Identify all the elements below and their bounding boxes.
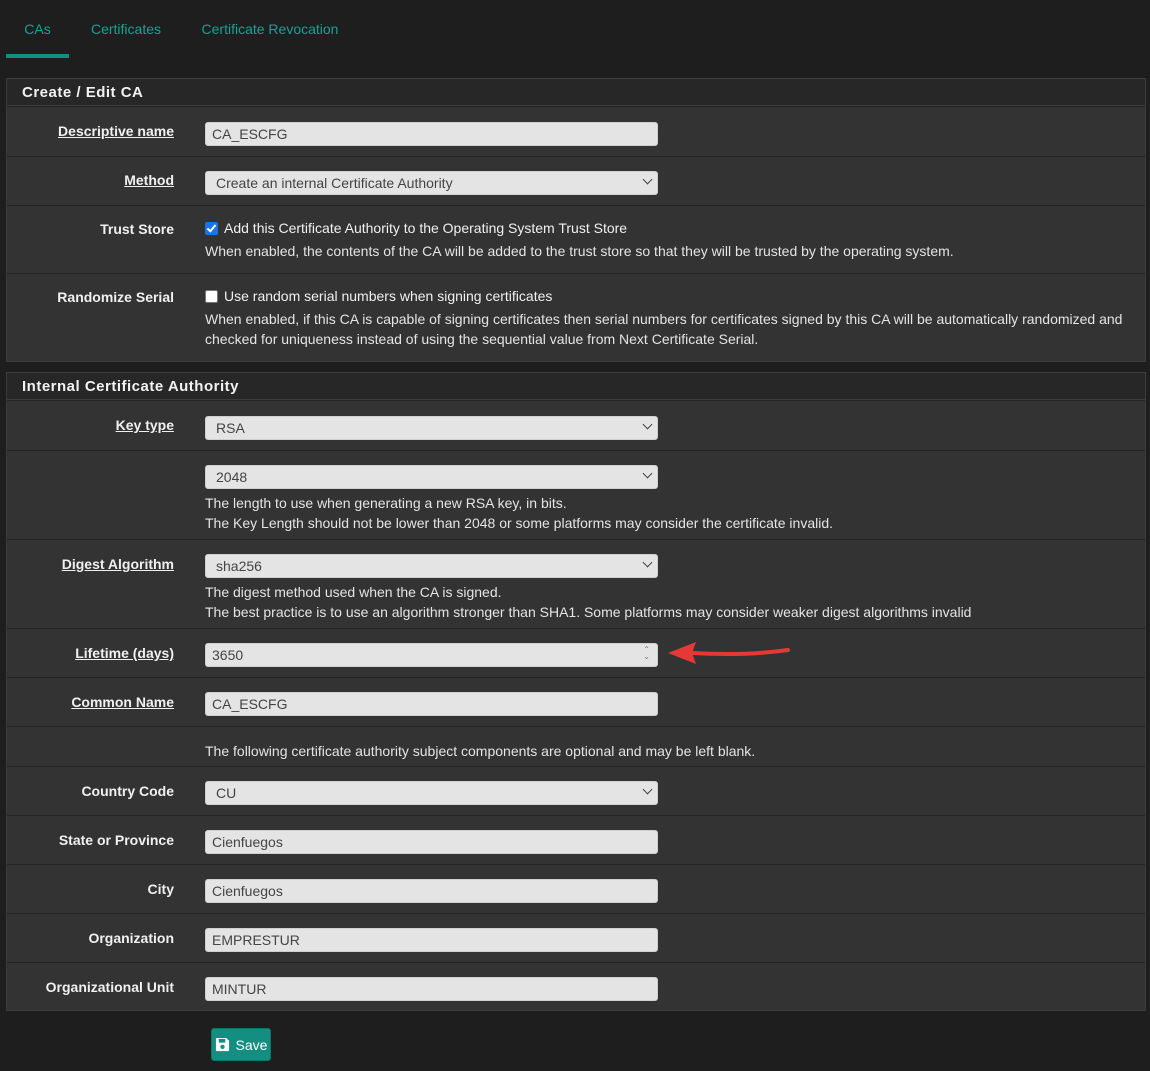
randomize-serial-label: Randomize Serial	[57, 289, 174, 305]
country-value: CU	[216, 785, 237, 801]
common-name-label[interactable]: Common Name	[71, 694, 174, 710]
org-unit-row: Organizational Unit	[7, 962, 1145, 1011]
key-length-select[interactable]: 2048	[205, 465, 658, 489]
spinner-icon[interactable]: ⌃ ⌄	[643, 646, 650, 661]
common-name-input[interactable]	[205, 692, 658, 716]
key-length-help-2: The Key Length should not be lower than …	[205, 515, 834, 531]
panel-title: Internal Certificate Authority	[7, 373, 1145, 400]
org-unit-input[interactable]	[205, 977, 658, 1001]
floppy-disk-icon	[215, 1037, 229, 1052]
country-row: Country Code CU	[7, 766, 1145, 815]
key-length-control: 2048 The length to use when generating a…	[205, 465, 833, 533]
org-unit-label: Organizational Unit	[45, 979, 174, 995]
tab-certificates[interactable]: Certificates	[80, 0, 172, 58]
optional-note: The following certificate authority subj…	[205, 743, 756, 759]
key-length-help-1: The length to use when generating a new …	[205, 495, 567, 511]
digest-help-2: The best practice is to use an algorithm…	[205, 604, 972, 620]
optional-note-row: The following certificate authority subj…	[7, 726, 1145, 766]
tab-certificate-revocation[interactable]: Certificate Revocation	[190, 0, 350, 58]
digest-help-1: The digest method used when the CA is si…	[205, 584, 502, 600]
key-type-row: Key type RSA	[7, 400, 1145, 450]
trust-store-checkbox-label: Add this Certificate Authority to the Op…	[224, 220, 628, 236]
trust-store-row: Trust Store Add this Certificate Authori…	[7, 205, 1145, 273]
arrow-annotation-icon	[668, 642, 790, 664]
key-type-select[interactable]: RSA	[205, 416, 658, 440]
chevron-down-icon	[642, 468, 653, 479]
trust-store-label: Trust Store	[100, 221, 174, 237]
randomize-serial-checkbox[interactable]	[205, 289, 218, 303]
randomize-serial-help-1: When enabled, if this CA is capable of s…	[205, 311, 1123, 327]
panel-title: Create / Edit CA	[7, 79, 1145, 106]
method-select[interactable]: Create an internal Certificate Authority	[205, 171, 658, 195]
state-label: State or Province	[58, 832, 174, 848]
key-type-label[interactable]: Key type	[116, 417, 174, 433]
chevron-down-icon	[642, 557, 653, 568]
chevron-down-icon	[642, 174, 653, 185]
trust-store-help: When enabled, the contents of the CA wil…	[205, 243, 954, 259]
chevron-down-icon	[642, 784, 653, 795]
randomize-serial-checkbox-label: Use random serial numbers when signing c…	[224, 288, 553, 304]
lifetime-input[interactable]	[205, 643, 658, 667]
randomize-serial-control: Use random serial numbers when signing c…	[205, 288, 1122, 349]
randomize-serial-help-2: checked for uniqueness instead of using …	[205, 331, 759, 347]
method-row: Method Create an internal Certificate Au…	[7, 156, 1145, 205]
country-label: Country Code	[81, 783, 174, 799]
save-button-label: Save	[235, 1036, 268, 1053]
digest-value: sha256	[216, 558, 262, 574]
chevron-down-icon	[642, 419, 653, 430]
descriptive-name-input[interactable]	[205, 122, 658, 146]
key-length-row: 2048 The length to use when generating a…	[7, 450, 1145, 539]
method-label[interactable]: Method	[124, 172, 174, 188]
randomize-serial-row: Randomize Serial Use random serial numbe…	[7, 273, 1145, 361]
organization-input[interactable]	[205, 928, 658, 952]
descriptive-name-label[interactable]: Descriptive name	[58, 123, 174, 139]
city-label: City	[147, 881, 174, 897]
key-length-value: 2048	[216, 469, 248, 485]
method-value: Create an internal Certificate Authority	[216, 175, 453, 191]
tab-bar: CAs Certificates Certificate Revocation	[0, 0, 1150, 58]
lifetime-label[interactable]: Lifetime (days)	[75, 645, 174, 661]
digest-control: sha256 The digest method used when the C…	[205, 554, 971, 622]
state-input[interactable]	[205, 830, 658, 854]
save-button[interactable]: Save	[211, 1028, 271, 1061]
internal-ca-panel: Internal Certificate Authority Key type …	[6, 372, 1146, 1011]
lifetime-row: Lifetime (days) ⌃⌄	[7, 628, 1145, 677]
key-type-value: RSA	[216, 420, 245, 436]
digest-label[interactable]: Digest Algorithm	[62, 556, 174, 572]
descriptive-name-row: Descriptive name	[7, 106, 1145, 156]
lifetime-control: ⌃⌄	[205, 643, 658, 667]
trust-store-checkbox[interactable]	[205, 221, 218, 235]
digest-row: Digest Algorithm sha256 The digest metho…	[7, 539, 1145, 628]
country-select[interactable]: CU	[205, 781, 658, 805]
state-row: State or Province	[7, 815, 1145, 864]
tab-cas[interactable]: CAs	[6, 0, 69, 58]
city-input[interactable]	[205, 879, 658, 903]
organization-label: Organization	[88, 930, 174, 946]
city-row: City	[7, 864, 1145, 913]
common-name-row: Common Name	[7, 677, 1145, 726]
organization-row: Organization	[7, 913, 1145, 962]
trust-store-control: Add this Certificate Authority to the Op…	[205, 220, 954, 261]
digest-select[interactable]: sha256	[205, 554, 658, 578]
create-edit-ca-panel: Create / Edit CA Descriptive name Method…	[6, 78, 1146, 362]
